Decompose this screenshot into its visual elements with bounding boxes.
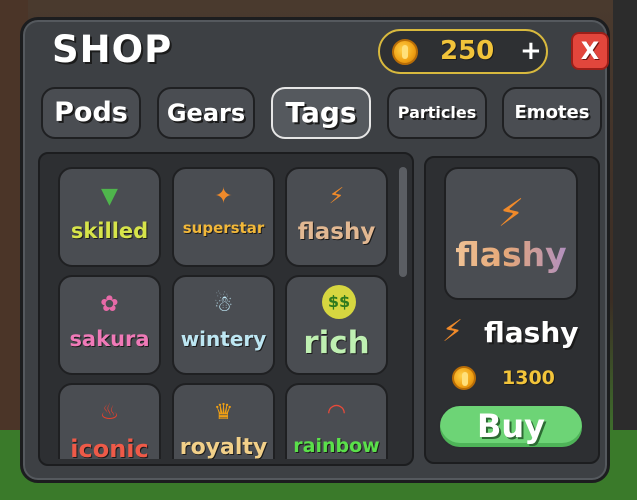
tab-pods[interactable]: Pods [41,87,141,139]
money-face-icon: $$ [322,285,356,319]
tag-card-label: royalty [179,435,268,459]
tag-card-label: wintery [180,327,267,351]
currency-display: 250 + [378,29,548,74]
tag-card-sakura[interactable]: ✿ sakura [58,275,161,375]
tab-emotes[interactable]: Emotes [502,87,602,139]
tab-particles-label: Particles [397,103,477,122]
close-button[interactable]: X [571,32,609,70]
tag-card-flashy[interactable]: ⚡ flashy [285,167,388,267]
tag-grid: ▼ skilled ✦ superstar ⚡ flashy ✿ sakura … [42,157,402,459]
tab-pods-label: Pods [54,97,128,128]
tab-emotes-label: Emotes [514,102,590,123]
tag-card-label: superstar [182,219,265,237]
shop-title: SHOP [52,28,173,71]
tab-tags[interactable]: Tags [271,87,371,139]
tab-gears-label: Gears [166,99,246,127]
tag-card-rainbow[interactable]: ◠ rainbow [285,383,388,459]
tag-card-iconic[interactable]: ♨ iconic [58,383,161,459]
tag-card-label: flashy [297,219,376,245]
snowman-icon: ☃ [213,292,234,317]
tag-card-label: rich [303,325,370,361]
tab-gears[interactable]: Gears [157,87,255,139]
tab-tags-label: Tags [285,96,357,129]
tag-card-label: skilled [70,219,149,243]
tag-card-label: sakura [69,327,150,351]
crown-icon: ♛ [213,400,234,425]
background-wall-right [613,0,637,500]
tag-card-royalty[interactable]: ♛ royalty [172,383,275,459]
tag-card-wintery[interactable]: ☃ wintery [172,275,275,375]
currency-amount: 250 [440,36,495,66]
coin-icon [452,366,476,390]
buy-button[interactable]: Buy [438,404,584,449]
tag-card-label: iconic [70,435,149,459]
sparkle-icon: ✦ [214,184,233,209]
lightning-icon: ⚡ [497,191,525,235]
price-display: 1300 [452,366,592,394]
beginner-leaf-icon: ▼ [101,184,118,209]
selected-tag-name: flashy [484,316,579,349]
lightning-icon: ⚡ [328,184,345,209]
tag-card-label: rainbow [293,435,380,457]
tag-card-skilled[interactable]: ▼ skilled [58,167,161,267]
selected-tag-preview: ⚡ flashy [444,167,578,300]
flower-icon: ✿ [100,292,119,317]
rainbow-icon: ◠ [326,400,347,425]
tab-particles[interactable]: Particles [387,87,487,139]
fire-icon: ♨ [99,400,120,425]
tag-card-superstar[interactable]: ✦ superstar [172,167,275,267]
coin-icon [392,39,418,65]
add-currency-button[interactable]: + [520,36,542,66]
selected-tag-preview-label: flashy [446,235,576,274]
price-value: 1300 [502,367,555,389]
lightning-icon: ⚡ [442,314,464,349]
tag-card-rich[interactable]: $$ rich [285,275,388,375]
